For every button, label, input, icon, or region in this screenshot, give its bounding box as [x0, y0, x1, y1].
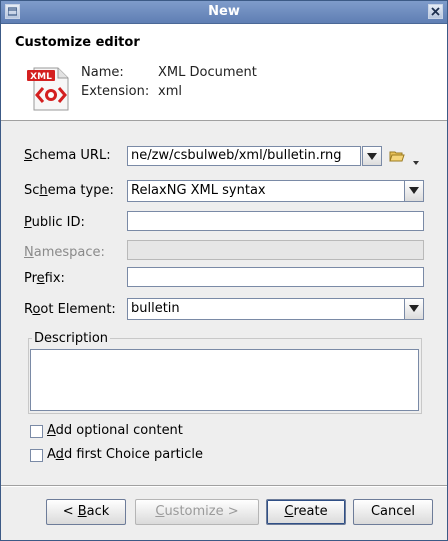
public-id-label: Public ID: — [24, 215, 85, 230]
schema-url-label: Schema URL: — [24, 148, 111, 163]
create-button[interactable]: Create — [266, 499, 346, 525]
schema-type-select[interactable]: RelaxNG XML syntax — [127, 180, 405, 202]
name-value: XML Document — [158, 65, 257, 80]
name-label: Name: — [81, 65, 124, 80]
header-panel: Customize editor XML Name: XML Document … — [1, 24, 447, 121]
extension-value: xml — [158, 84, 182, 99]
prefix-input[interactable] — [127, 267, 424, 287]
root-element-label: Root Element: — [24, 302, 116, 317]
public-id-input[interactable] — [127, 211, 424, 231]
customize-button: Customize > — [135, 499, 259, 525]
cancel-button[interactable]: Cancel — [353, 499, 433, 525]
chevron-down-icon[interactable] — [413, 154, 419, 169]
description-legend: Description — [32, 331, 111, 346]
xml-badge-text: XML — [30, 72, 52, 82]
root-element-dropdown-button[interactable] — [404, 298, 424, 320]
schema-type-dropdown-button[interactable] — [404, 180, 424, 202]
namespace-input — [127, 240, 424, 260]
header-title: Customize editor — [15, 35, 140, 50]
add-first-choice-label[interactable]: Add first Choice particle — [47, 447, 203, 462]
title-bar[interactable]: New — [1, 1, 447, 24]
xml-document-icon: XML — [26, 66, 72, 112]
extension-label: Extension: — [81, 84, 150, 99]
folder-open-icon[interactable] — [389, 149, 405, 163]
namespace-label: Namespace: — [24, 245, 105, 260]
back-button[interactable]: < Back — [46, 499, 126, 525]
schema-url-dropdown-button[interactable] — [362, 146, 382, 166]
add-optional-content-checkbox[interactable] — [30, 425, 43, 438]
schema-type-label: Schema type: — [24, 183, 114, 198]
button-separator — [1, 485, 447, 487]
prefix-label: Prefix: — [24, 271, 65, 286]
schema-url-input[interactable]: ne/zw/csbulweb/xml/bulletin.rng — [127, 146, 361, 166]
add-optional-content-label[interactable]: Add optional content — [47, 423, 183, 438]
close-icon[interactable] — [428, 4, 443, 19]
dialog-window: New Customize editor XML Name: XML Docum… — [0, 0, 448, 541]
root-element-select[interactable]: bulletin — [127, 298, 405, 320]
window-title: New — [208, 4, 240, 19]
add-first-choice-checkbox[interactable] — [30, 449, 43, 462]
description-textarea[interactable] — [30, 349, 419, 411]
